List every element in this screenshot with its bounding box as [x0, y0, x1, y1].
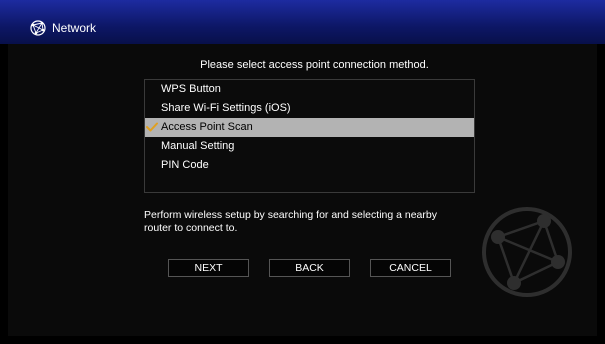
- checkmark-icon: [146, 122, 158, 132]
- list-item-pin-code[interactable]: PIN Code: [145, 156, 474, 175]
- network-globe-icon: [30, 20, 46, 36]
- list-item-label: Access Point Scan: [161, 121, 253, 133]
- list-item-label: Share Wi-Fi Settings (iOS): [161, 102, 291, 114]
- network-globe-watermark-icon: [482, 207, 572, 297]
- instruction-text: Please select access point connection me…: [200, 59, 429, 71]
- list-item-label: PIN Code: [161, 159, 209, 171]
- connection-method-list: WPS Button Share Wi-Fi Settings (iOS) Ac…: [144, 79, 475, 193]
- title-bar: Network: [0, 0, 605, 44]
- list-item-label: WPS Button: [161, 83, 221, 95]
- network-setup-screen: Network Please select access point conne…: [0, 0, 605, 344]
- list-item-share-wifi-ios[interactable]: Share Wi-Fi Settings (iOS): [145, 99, 474, 118]
- next-button[interactable]: NEXT: [168, 259, 249, 277]
- method-description: Perform wireless setup by searching for …: [144, 209, 437, 234]
- list-item-wps-button[interactable]: WPS Button: [145, 80, 474, 99]
- list-item-label: Manual Setting: [161, 140, 235, 152]
- window-title: Network: [52, 21, 97, 35]
- list-item-manual-setting[interactable]: Manual Setting: [145, 137, 474, 156]
- back-button[interactable]: BACK: [269, 259, 350, 277]
- list-item-access-point-scan[interactable]: Access Point Scan: [145, 118, 474, 137]
- cancel-button[interactable]: CANCEL: [370, 259, 451, 277]
